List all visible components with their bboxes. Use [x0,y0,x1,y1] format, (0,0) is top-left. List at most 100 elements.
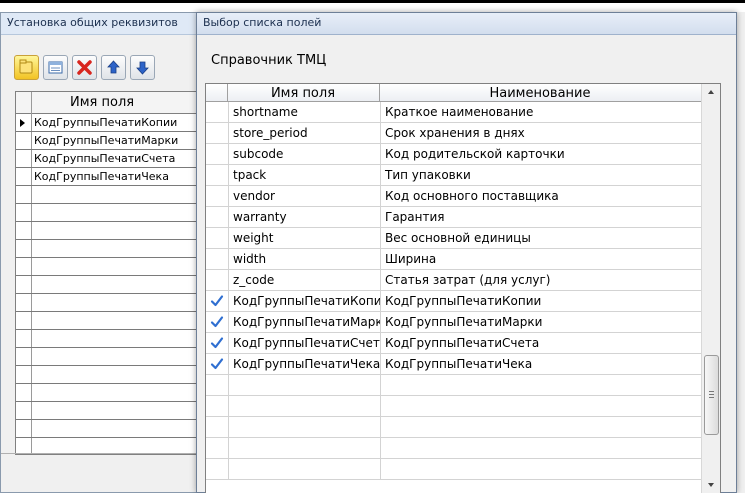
empty-row[interactable] [206,438,701,459]
field-description: Ширина [385,252,437,266]
grid-header: Имя поля Наименование [206,84,701,102]
scroll-up-button[interactable] [702,84,720,101]
row-check-cell[interactable] [206,123,228,144]
column-header-description[interactable]: Наименование [380,86,700,101]
background-window-title: Установка общих реквизитов [7,16,178,29]
empty-row[interactable] [16,384,204,402]
grip-line [709,394,714,395]
empty-row[interactable] [16,366,204,384]
list-button[interactable] [43,55,68,80]
scroll-up-icon [708,90,714,94]
vertical-scrollbar[interactable] [701,84,720,493]
delete-button[interactable] [72,55,97,80]
column-header-field-name[interactable]: Имя поля [228,86,378,101]
table-row[interactable]: subcode Код родительской карточки [206,144,701,165]
scroll-thumb[interactable] [704,355,719,435]
row-check-cell[interactable] [206,186,228,207]
field-name-cell: weight [228,228,380,249]
scroll-down-button[interactable] [702,476,720,493]
table-row[interactable]: КодГруппыПечатиЧека КодГруппыПечатиЧека [206,354,701,375]
empty-row[interactable] [16,258,204,276]
row-check-cell[interactable] [206,165,228,186]
row-check-cell[interactable] [206,312,228,333]
field-description: КодГруппыПечатиЧека [385,357,533,371]
current-row-indicator-icon [20,119,25,127]
move-down-button[interactable] [130,55,155,80]
field-name: КодГруппыПечатиМарки [233,315,380,329]
empty-row[interactable] [206,459,701,480]
empty-cell [380,438,701,459]
empty-row[interactable] [16,330,204,348]
field-name: subcode [233,147,284,161]
table-row[interactable]: warranty Гарантия [206,207,701,228]
list-item[interactable]: КодГруппыПечатиМарки [16,132,204,150]
list-item[interactable]: КодГруппыПечатиКопии [16,114,204,132]
row-check-cell[interactable] [206,207,228,228]
empty-cell [228,459,380,480]
background-grid-header-label: Имя поля [70,95,135,110]
empty-cell [228,417,380,438]
description-cell: Краткое наименование [380,102,701,123]
empty-row[interactable] [16,276,204,294]
grip-line [709,397,714,398]
empty-row[interactable] [206,396,701,417]
background-window-edge [737,12,745,493]
field-name-cell: КодГруппыПечатиСчета [228,333,380,354]
field-name-cell: КодГруппыПечатиМарки [228,312,380,333]
list-item[interactable]: КодГруппыПечатиСчета [16,150,204,168]
empty-row[interactable] [16,204,204,222]
list-item[interactable]: КодГруппыПечатиЧека [16,168,204,186]
move-up-button[interactable] [101,55,126,80]
field-name: width [233,252,267,266]
table-row[interactable]: z_code Статья затрат (для услуг) [206,270,701,291]
empty-cell [228,375,380,396]
table-row[interactable]: tpack Тип упаковки [206,165,701,186]
row-check-cell[interactable] [206,270,228,291]
field-name-cell: warranty [228,207,380,228]
empty-row[interactable] [206,375,701,396]
empty-row[interactable] [206,417,701,438]
field-name: КодГруппыПечатиЧека [233,357,380,371]
row-check-cell[interactable] [206,249,228,270]
field-name: weight [233,231,274,245]
description-cell: Гарантия [380,207,701,228]
empty-row[interactable] [16,420,204,438]
empty-row[interactable] [16,222,204,240]
field-description: КодГруппыПечатиКопии [385,294,542,308]
table-row[interactable]: КодГруппыПечатиСчета КодГруппыПечатиСчет… [206,333,701,354]
list-item-label: КодГруппыПечатиЧека [34,170,169,183]
field-description: Краткое наименование [385,105,534,119]
table-row[interactable]: vendor Код основного поставщика [206,186,701,207]
dialog-subtitle: Справочник ТМЦ [211,53,327,68]
table-row[interactable]: КодГруппыПечатиКопии КодГруппыПечатиКопи… [206,291,701,312]
field-list-dialog: Выбор списка полей Справочник ТМЦ Имя по… [196,12,737,493]
list-item-label: КодГруппыПечатиСчета [34,152,176,165]
empty-row[interactable] [16,294,204,312]
table-row[interactable]: width Ширина [206,249,701,270]
table-row[interactable]: weight Вес основной единицы [206,228,701,249]
background-grid-header: Имя поля [16,92,204,114]
table-row[interactable]: КодГруппыПечатиМарки КодГруппыПечатиМарк… [206,312,701,333]
row-check-cell[interactable] [206,291,228,312]
table-row[interactable]: store_period Срок хранения в днях [206,123,701,144]
field-name: КодГруппыПечатиСчета [233,336,380,350]
row-check-cell[interactable] [206,228,228,249]
row-check-cell[interactable] [206,144,228,165]
empty-row[interactable] [16,240,204,258]
field-description: Тип упаковки [385,168,471,182]
description-cell: Вес основной единицы [380,228,701,249]
description-cell: Код родительской карточки [380,144,701,165]
folder-button[interactable] [14,55,39,80]
empty-row[interactable] [16,402,204,420]
table-row[interactable]: shortname Краткое наименование [206,102,701,123]
description-cell: КодГруппыПечатиСчета [380,333,701,354]
field-name: vendor [233,189,275,203]
row-check-cell[interactable] [206,333,228,354]
row-check-cell[interactable] [206,354,228,375]
description-cell: Срок хранения в днях [380,123,701,144]
empty-row[interactable] [16,312,204,330]
empty-row[interactable] [16,186,204,204]
empty-cell [380,396,701,417]
empty-row[interactable] [16,348,204,366]
row-check-cell[interactable] [206,102,228,123]
